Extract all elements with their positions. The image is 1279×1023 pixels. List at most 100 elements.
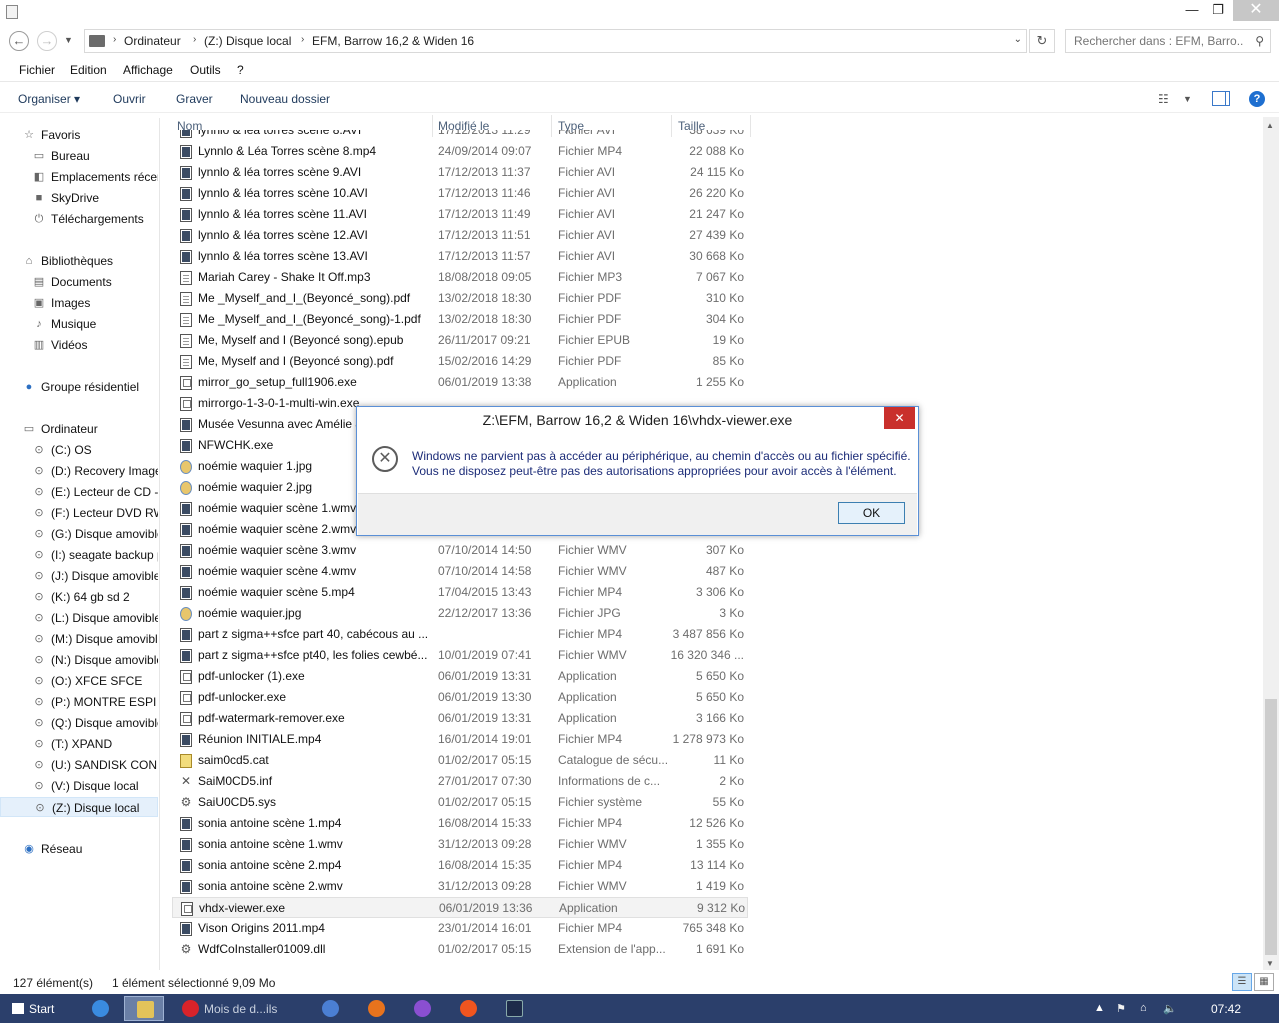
nav-drive[interactable]: ⊙ (F:) Lecteur DVD RW [0, 503, 158, 523]
nav-drive[interactable]: ⊙ (D:) Recovery Image [0, 461, 158, 481]
nav-network[interactable]: ◉ Réseau [0, 839, 158, 859]
change-view-icon[interactable]: ☷ [1158, 92, 1169, 106]
scrollbar-thumb[interactable] [1265, 699, 1277, 955]
file-row[interactable]: Me, Myself and I (Beyoncé song).pdf 15/02… [172, 351, 748, 372]
file-row[interactable]: Lynnlo & Léa Torres scène 8.mp4 24/09/201… [172, 141, 748, 162]
file-row[interactable]: Me _Myself_and_I_(Beyoncé_song)-1.pdf 13/… [172, 309, 748, 330]
window-app-icon[interactable] [6, 5, 18, 19]
nav-computer[interactable]: ▭ Ordinateur [0, 419, 158, 439]
file-row[interactable]: noémie waquier.jpg 22/12/2017 13:36 Fichie… [172, 603, 748, 624]
file-row[interactable]: lynnlo & léa torres scène 10.AVI 17/12/20… [172, 183, 748, 204]
file-row[interactable]: Vison Origins 2011.mp4 23/01/2014 16:01 Fi… [172, 918, 748, 939]
large-icons-view-button[interactable]: ▦ [1254, 973, 1274, 991]
file-row[interactable]: sonia antoine scène 1.mp4 16/08/2014 15:3… [172, 813, 748, 834]
preview-pane-icon[interactable] [1212, 91, 1230, 106]
nav-drive[interactable]: ⊙ (O:) XFCE SFCE [0, 671, 158, 691]
nav-recent-places[interactable]: ◧ Emplacements récents [0, 167, 158, 187]
forward-button[interactable]: → [37, 31, 57, 51]
nav-drive[interactable]: ⊙ (N:) Disque amovible [0, 650, 158, 670]
file-row[interactable]: Me, Myself and I (Beyoncé song).epub 26/1… [172, 330, 748, 351]
taskbar-firefox[interactable] [356, 996, 396, 1021]
details-view-button[interactable]: ☰ [1232, 973, 1252, 991]
file-row[interactable]: lynnlo & léa torres scène 9.AVI 17/12/201… [172, 162, 748, 183]
dialog-close-button[interactable]: ✕ [884, 407, 915, 429]
file-row[interactable]: part z sigma++sfce part 40, cabécous au … [172, 624, 748, 645]
file-row[interactable]: sonia antoine scène 1.wmv 31/12/2013 09:2… [172, 834, 748, 855]
file-row[interactable]: Réunion INITIALE.mp4 16/01/2014 19:01 Fich… [172, 729, 748, 750]
burn-button[interactable]: Graver [176, 92, 213, 106]
open-button[interactable]: Ouvrir [113, 92, 146, 106]
file-row[interactable]: noémie waquier scène 4.wmv 07/10/2014 14:… [172, 561, 748, 582]
nav-drive[interactable]: ⊙ (L:) Disque amovible [0, 608, 158, 628]
start-button[interactable]: Start [0, 994, 76, 1023]
file-row[interactable]: Mariah Carey - Shake It Off.mp3 18/08/201… [172, 267, 748, 288]
nav-drive[interactable]: ⊙ (P:) MONTRE ESPI [0, 692, 158, 712]
help-icon[interactable]: ? [1249, 91, 1265, 107]
menu-tools[interactable]: Outils [190, 63, 221, 77]
address-dropdown-icon[interactable]: ⌄ [1014, 34, 1022, 45]
taskbar-app-tool[interactable] [494, 996, 534, 1021]
back-button[interactable]: ← [9, 31, 29, 51]
nav-drive[interactable]: ⊙ (U:) SANDISK CON [0, 755, 158, 775]
restore-button[interactable]: ❐ [1203, 0, 1233, 21]
nav-music[interactable]: ♪ Musique [0, 314, 158, 334]
breadcrumb-separator[interactable]: › [113, 34, 116, 45]
taskbar-app-globe[interactable] [310, 996, 350, 1021]
nav-images[interactable]: ▣ Images [0, 293, 158, 313]
search-input[interactable] [1066, 30, 1244, 52]
file-row[interactable]: SaiM0CD5.inf 27/01/2017 07:30 Informations… [172, 771, 748, 792]
nav-homegroup[interactable]: ● Groupe résidentiel [0, 377, 158, 397]
taskbar-opera[interactable]: Mois de d...ils [170, 996, 310, 1021]
file-row[interactable]: lynnlo & léa torres scène 8.AVI 17/12/201… [172, 130, 748, 141]
file-row[interactable]: noémie waquier scène 3.wmv 07/10/2014 14:… [172, 540, 748, 561]
file-row[interactable]: WdfCoInstaller01009.dll 01/02/2017 05:15 E… [172, 939, 748, 960]
nav-downloads[interactable]: ⏻ Téléchargements [0, 209, 158, 229]
ok-button[interactable]: OK [838, 502, 905, 524]
breadcrumb-folder[interactable]: EFM, Barrow 16,2 & Widen 16 [312, 34, 474, 48]
close-window-button[interactable]: ✕ [1233, 0, 1279, 21]
nav-drive[interactable]: ⊙ (K:) 64 gb sd 2 [0, 587, 158, 607]
nav-skydrive[interactable]: ■ SkyDrive [0, 188, 158, 208]
nav-drive[interactable]: ⊙ (M:) Disque amovible [0, 629, 158, 649]
file-row[interactable]: lynnlo & léa torres scène 13.AVI 17/12/20… [172, 246, 748, 267]
file-row[interactable]: part z sigma++sfce pt40, les folies cewb… [172, 645, 748, 666]
taskbar-firefox-2[interactable] [448, 996, 488, 1021]
address-bar[interactable]: › Ordinateur › (Z:) Disque local › EFM, … [84, 29, 1027, 53]
search-box[interactable]: ⚲ [1065, 29, 1271, 53]
nav-drive[interactable]: ⊙ (J:) Disque amovible [0, 566, 158, 586]
file-row[interactable]: pdf-unlocker (1).exe 06/01/2019 13:31 Appl… [172, 666, 748, 687]
file-row[interactable]: Me _Myself_and_I_(Beyoncé_song).pdf 13/02… [172, 288, 748, 309]
menu-edit[interactable]: Edition [70, 63, 107, 77]
file-row[interactable]: noémie waquier scène 5.mp4 17/04/2015 13:… [172, 582, 748, 603]
refresh-button[interactable]: ↻ [1029, 29, 1055, 53]
new-folder-button[interactable]: Nouveau dossier [240, 92, 330, 106]
nav-libraries[interactable]: ⌂ Bibliothèques [0, 251, 158, 271]
breadcrumb-separator[interactable]: › [301, 34, 304, 45]
volume-icon[interactable]: 🔈 [1163, 1002, 1177, 1015]
network-tray-icon[interactable]: ⌂ [1140, 1002, 1147, 1014]
menu-help[interactable]: ? [237, 63, 244, 77]
file-row[interactable]: lynnlo & léa torres scène 11.AVI 17/12/20… [172, 204, 748, 225]
nav-drive[interactable]: ⊙ (Z:) Disque local [0, 797, 158, 817]
nav-videos[interactable]: ▥ Vidéos [0, 335, 158, 355]
nav-drive[interactable]: ⊙ (G:) Disque amovible [0, 524, 158, 544]
taskbar-ie[interactable] [80, 996, 120, 1021]
file-row[interactable]: lynnlo & léa torres scène 12.AVI 17/12/20… [172, 225, 748, 246]
nav-drive[interactable]: ⊙ (I:) seagate backup p [0, 545, 158, 565]
recent-locations-dropdown[interactable]: ▼ [64, 35, 73, 45]
nav-desktop[interactable]: ▭ Bureau [0, 146, 158, 166]
file-row[interactable]: mirror_go_setup_full1906.exe 06/01/2019 1… [172, 372, 748, 393]
nav-drive[interactable]: ⊙ (V:) Disque local [0, 776, 158, 796]
file-row[interactable]: SaiU0CD5.sys 01/02/2017 05:15 Fichier syst… [172, 792, 748, 813]
menu-view[interactable]: Affichage [123, 63, 173, 77]
breadcrumb-separator[interactable]: › [193, 34, 196, 45]
vertical-scrollbar[interactable]: ▲ ▼ [1263, 117, 1279, 970]
organize-button[interactable]: Organiser ▾ [18, 92, 80, 106]
nav-drive[interactable]: ⊙ (E:) Lecteur de CD - [0, 482, 158, 502]
action-center-icon[interactable]: ⚑ [1116, 1002, 1126, 1015]
taskbar-explorer[interactable] [124, 996, 164, 1021]
file-row[interactable]: saim0cd5.cat 01/02/2017 05:15 Catalogue de… [172, 750, 748, 771]
view-options-dropdown[interactable]: ▼ [1183, 94, 1192, 104]
file-row[interactable]: pdf-unlocker.exe 06/01/2019 13:30 Applicat… [172, 687, 748, 708]
scroll-up-icon[interactable]: ▲ [1266, 121, 1274, 130]
